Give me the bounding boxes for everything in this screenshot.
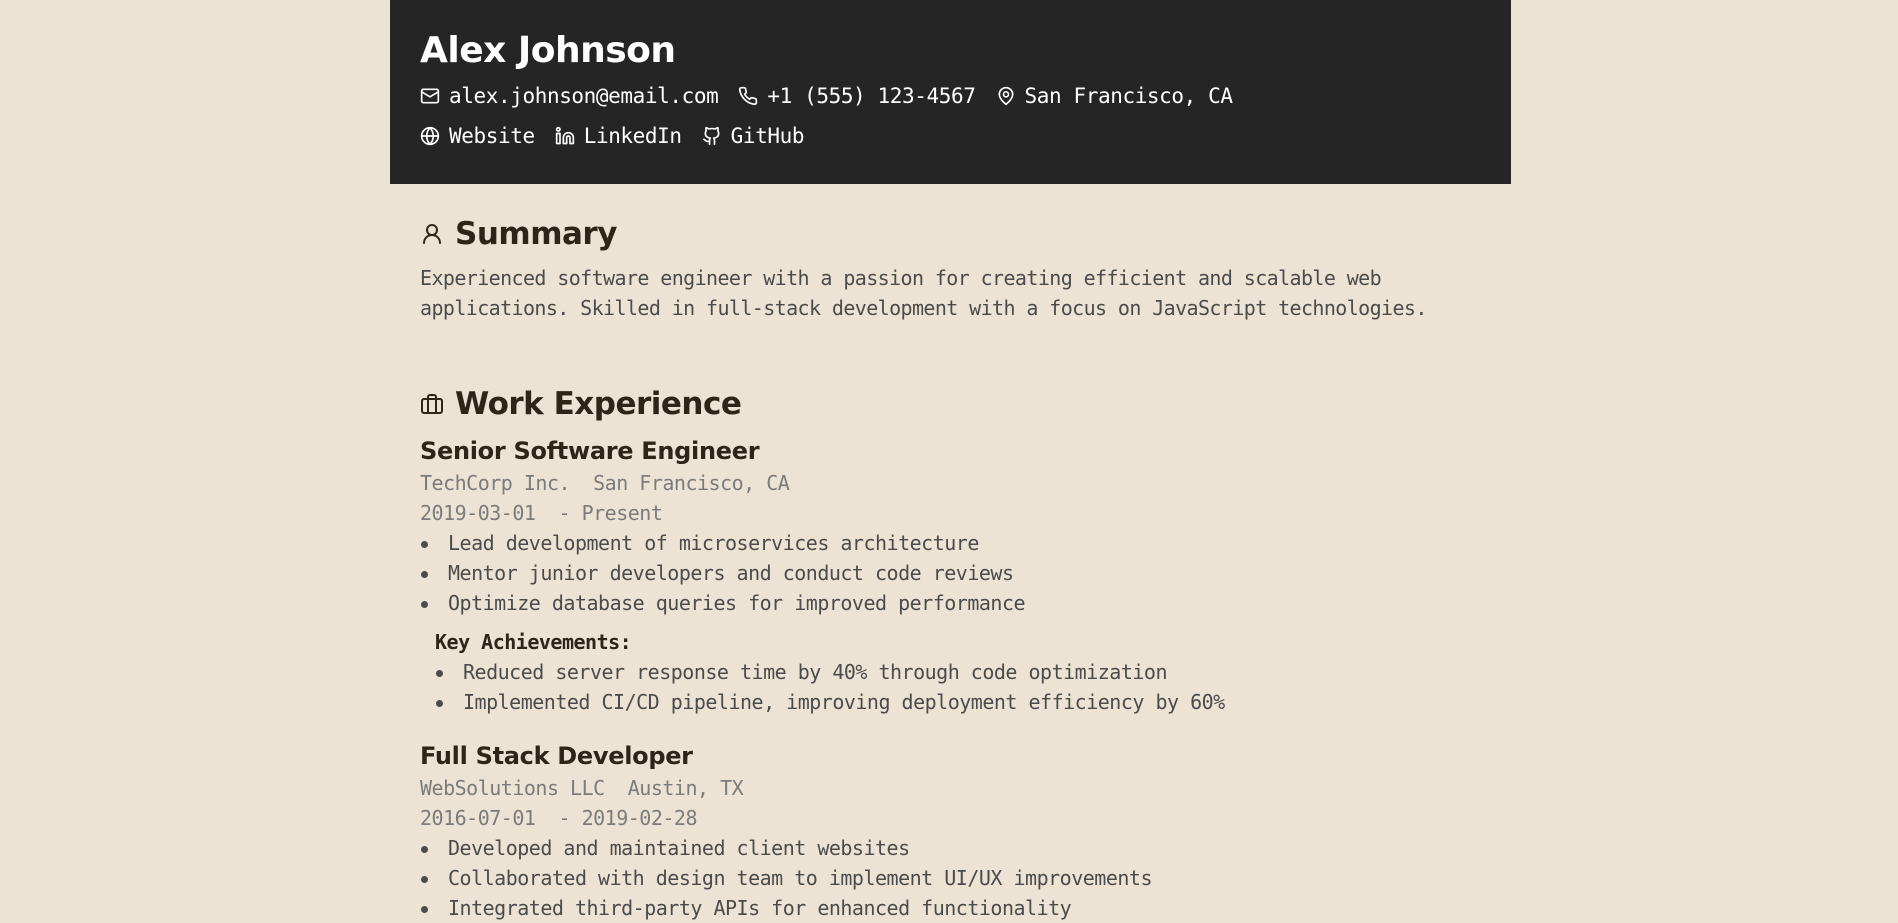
- work-experience-heading: Work Experience: [420, 384, 742, 424]
- contact-info-row: alex.johnson@email.com +1 (555) 123-4567…: [420, 82, 1481, 110]
- globe-icon: [420, 126, 440, 146]
- linkedin-link[interactable]: LinkedIn: [555, 124, 682, 148]
- github-icon: [702, 126, 720, 146]
- resume-header: Alex Johnson alex.johnson@email.com +1 (…: [390, 0, 1511, 184]
- mail-icon: [420, 88, 440, 104]
- linkedin-label: LinkedIn: [583, 124, 682, 148]
- job-title: Senior Software Engineer: [420, 437, 760, 465]
- job-company-location: TechCorp Inc. San Francisco, CA: [420, 468, 1480, 498]
- website-link[interactable]: Website: [420, 124, 535, 148]
- job-company: TechCorp Inc.: [420, 471, 571, 495]
- briefcase-icon: [421, 394, 443, 414]
- user-icon: [423, 224, 441, 244]
- list-item: Integrated third-party APIs for enhanced…: [420, 893, 1480, 923]
- list-item: Lead development of microservices archit…: [420, 528, 1480, 558]
- location-text: San Francisco, CA: [1024, 84, 1234, 108]
- phone-text: +1 (555) 123-4567: [767, 84, 976, 108]
- job-entry: Senior Software Engineer TechCorp Inc. S…: [420, 435, 1480, 717]
- job-entry: Full Stack Developer WebSolutions LLC Au…: [420, 740, 1480, 923]
- summary-heading: Summary: [420, 214, 617, 254]
- email-text: alex.johnson@email.com: [449, 84, 719, 108]
- resume-page: Alex Johnson alex.johnson@email.com +1 (…: [390, 0, 1511, 920]
- job-location: San Francisco, CA: [593, 471, 790, 495]
- list-item: Reduced server response time by 40% thro…: [435, 657, 1480, 687]
- job-dates: 2019-03-01 - Present: [420, 498, 1480, 528]
- job-end-date: - 2019-02-28: [558, 806, 698, 830]
- job-start-date: 2016-07-01: [420, 806, 536, 830]
- list-item: Mentor junior developers and conduct cod…: [420, 558, 1480, 588]
- website-label: Website: [449, 124, 535, 148]
- list-item: Collaborated with design team to impleme…: [420, 863, 1480, 893]
- github-label: GitHub: [730, 124, 805, 148]
- phone-icon: [739, 86, 758, 106]
- job-title: Full Stack Developer: [420, 742, 693, 770]
- key-achievements-title: Key Achievements:: [435, 630, 632, 654]
- list-item: Developed and maintained client websites: [420, 833, 1480, 863]
- work-experience-heading-text: Work Experience: [455, 386, 742, 422]
- github-link[interactable]: GitHub: [702, 124, 805, 148]
- social-links-row: Website LinkedIn GitHub: [420, 122, 1481, 150]
- job-dates: 2016-07-01 - 2019-02-28: [420, 803, 1480, 833]
- job-end-date: - Present: [558, 501, 663, 525]
- list-item: Implemented CI/CD pipeline, improving de…: [435, 687, 1480, 717]
- job-start-date: 2019-03-01: [420, 501, 536, 525]
- job-location: Austin, TX: [627, 776, 744, 800]
- job-responsibilities: Developed and maintained client websites…: [420, 833, 1480, 923]
- job-responsibilities: Lead development of microservices archit…: [420, 528, 1480, 618]
- job-company: WebSolutions LLC: [420, 776, 605, 800]
- job-company-location: WebSolutions LLC Austin, TX: [420, 773, 1480, 803]
- map-pin-icon: [998, 86, 1013, 106]
- key-achievements: Key Achievements: Reduced server respons…: [420, 627, 1480, 717]
- linkedin-icon: [555, 126, 574, 145]
- list-item: Optimize database queries for improved p…: [420, 588, 1480, 618]
- achievements-list: Reduced server response time by 40% thro…: [435, 657, 1480, 717]
- summary-text: Experienced software engineer with a pas…: [420, 266, 1427, 320]
- location-item: San Francisco, CA: [996, 84, 1233, 108]
- candidate-name: Alex Johnson: [420, 30, 676, 71]
- email-link[interactable]: alex.johnson@email.com: [420, 84, 719, 108]
- phone-link[interactable]: +1 (555) 123-4567: [738, 84, 976, 108]
- summary-heading-text: Summary: [455, 216, 617, 252]
